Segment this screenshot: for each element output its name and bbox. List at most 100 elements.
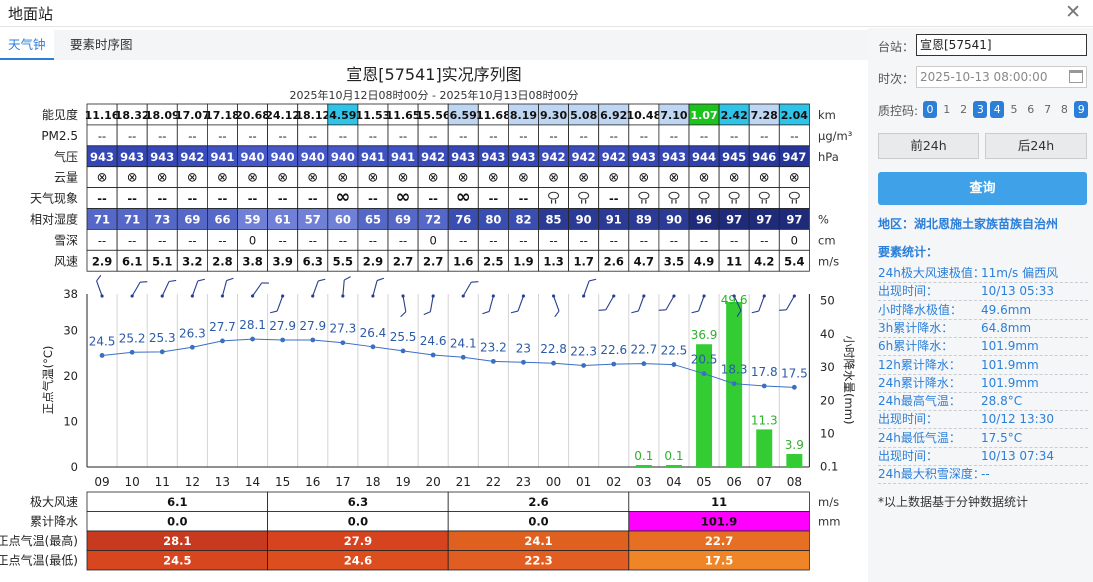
- barb-feather: [691, 310, 699, 314]
- temperature-label: 22.8: [540, 342, 567, 356]
- temperature-label: 27.7: [209, 320, 236, 334]
- cloud-cell: ⊗: [157, 171, 168, 186]
- barb-staff: [372, 280, 378, 297]
- humidity-cell: 66: [214, 213, 230, 227]
- temperature-point: [671, 362, 677, 367]
- wind-barb-icon: [779, 294, 796, 311]
- temperature-point: [220, 338, 225, 344]
- row-label: 雪深: [54, 233, 78, 247]
- x-tick-label: 21: [456, 475, 471, 489]
- temperature-point: [400, 348, 406, 354]
- grid-cell: [748, 187, 780, 209]
- x-tick-label: 03: [636, 475, 651, 489]
- humidity-cell: 76: [455, 213, 471, 227]
- pm25-cell: --: [790, 129, 798, 143]
- tab-weather-clock[interactable]: 天气钟: [0, 30, 54, 60]
- row-unit: hPa: [818, 150, 839, 164]
- barb-dot: [672, 294, 676, 298]
- row-label: 天气现象: [30, 191, 78, 206]
- station-input[interactable]: 宣恩[57541]: [916, 34, 1087, 56]
- snow-cell: --: [158, 233, 166, 247]
- wind-cell: 6.1: [122, 254, 142, 268]
- wind-cell: 4.9: [694, 254, 714, 268]
- humidity-cell: 90: [576, 213, 592, 227]
- qc-code-3[interactable]: 3: [973, 101, 988, 118]
- visibility-cell: 2.04: [781, 109, 808, 122]
- cloud-cell: ⊗: [518, 171, 529, 186]
- qc-code-8[interactable]: 8: [1057, 101, 1071, 118]
- stat-value: 101.9mm: [981, 357, 1039, 372]
- prev-24h-button[interactable]: 前24h: [878, 133, 979, 159]
- qc-code-7[interactable]: 7: [1041, 101, 1055, 118]
- barb-staff: [517, 295, 524, 312]
- qc-code-5[interactable]: 5: [1007, 101, 1021, 118]
- next-24h-button[interactable]: 后24h: [985, 133, 1087, 159]
- summary-label: 正点气温(最高): [0, 533, 78, 548]
- weather-cell: --: [609, 192, 619, 206]
- stat-value: --: [981, 467, 990, 482]
- qc-code-2[interactable]: 2: [957, 101, 971, 118]
- humidity-cell: 65: [365, 213, 381, 227]
- barb-dot: [461, 294, 465, 298]
- snow-cell: --: [309, 233, 317, 247]
- snow-cell: --: [369, 233, 377, 247]
- snow-cell: --: [519, 233, 527, 247]
- pm25-cell: --: [248, 129, 256, 143]
- x-tick-label: 19: [395, 475, 410, 489]
- pm25-cell: --: [429, 129, 437, 143]
- region-text: 地区：湖北恩施土家族苗族自治州: [878, 217, 1059, 231]
- snow-cell: 0: [429, 233, 436, 247]
- barb-feather: [423, 311, 431, 316]
- weather-cell: ∞: [396, 187, 411, 208]
- x-tick-label: 17: [335, 475, 350, 489]
- qc-code-6[interactable]: 6: [1024, 101, 1038, 118]
- barb-staff: [161, 281, 170, 297]
- qc-code-4[interactable]: 4: [990, 101, 1005, 118]
- wind-barb-icon: [658, 294, 676, 311]
- pm25-cell: --: [158, 129, 166, 143]
- x-tick-label: 05: [696, 475, 711, 489]
- barb-staff: [698, 295, 705, 312]
- qc-code-9[interactable]: 9: [1074, 101, 1089, 118]
- snow-cell: --: [459, 233, 467, 247]
- weather-cell: --: [157, 192, 167, 206]
- tab-element-timeseries[interactable]: 要素时序图: [62, 30, 141, 60]
- snow-cell: 0: [249, 233, 256, 247]
- stat-row: 出现时间： 10/13 07:34: [878, 448, 1088, 466]
- wind-cell: 1.7: [573, 254, 593, 268]
- pressure-cell: 943: [120, 150, 144, 164]
- pm25-cell: --: [309, 129, 317, 143]
- barb-staff: [429, 295, 434, 312]
- calendar-icon[interactable]: [1069, 70, 1083, 83]
- precip-label: 0.1: [634, 449, 653, 463]
- barb-staff: [402, 295, 407, 312]
- wind-barb-icon: [400, 294, 407, 318]
- temperature-label: 24.5: [89, 334, 116, 348]
- cloud-cell: ⊗: [97, 171, 108, 186]
- humidity-cell: 69: [184, 213, 200, 227]
- temperature-point: [490, 358, 496, 364]
- wind-barb-icon: [461, 281, 479, 298]
- stat-key: 24h累计降水：: [878, 375, 961, 390]
- qc-code-1[interactable]: 1: [940, 101, 954, 118]
- temperature-point: [159, 349, 165, 355]
- barb-dot: [491, 294, 495, 298]
- time-input[interactable]: 2025-10-13 08:00:00: [916, 66, 1087, 88]
- station-label: 台站：: [878, 40, 915, 54]
- temperature-point: [189, 344, 195, 350]
- close-icon[interactable]: ✕: [1065, 3, 1081, 22]
- barb-dot: [582, 294, 586, 298]
- barb-feather: [658, 309, 666, 311]
- query-button[interactable]: 查询: [878, 172, 1087, 205]
- wind-barb-icon: [270, 294, 285, 314]
- y-left-tick: 30: [63, 323, 78, 337]
- row-label: 气压: [54, 149, 78, 164]
- pressure-cell: 941: [361, 150, 385, 164]
- wind-cell: 2.9: [363, 254, 383, 268]
- pressure-cell: 944: [692, 150, 716, 164]
- weather-cell: --: [278, 192, 288, 206]
- qc-code-0[interactable]: 0: [923, 101, 937, 118]
- weather-cell: --: [368, 192, 378, 206]
- cloud-cell: ⊗: [548, 171, 559, 186]
- visibility-cell: 6.59: [450, 109, 477, 122]
